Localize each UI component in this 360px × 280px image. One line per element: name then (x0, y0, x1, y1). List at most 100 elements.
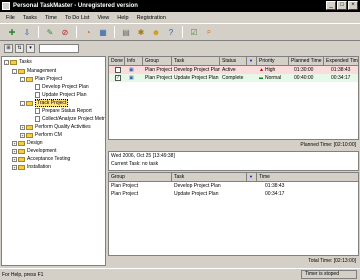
tree-item[interactable]: + Perform Quality Activities (20, 123, 91, 131)
tree-item-label: Prepare Status Report (42, 108, 92, 114)
expand-icon[interactable]: + (12, 140, 17, 146)
delete-icon[interactable]: ⊘ (59, 26, 71, 38)
status-help-text: For Help, press F1 (2, 271, 44, 278)
maximize-button[interactable]: □ (337, 1, 347, 10)
tree-item[interactable]: - Plan Project (20, 75, 62, 83)
col-group[interactable]: Group (143, 57, 172, 66)
done-checkbox[interactable]: ✓ (115, 75, 121, 81)
tree-item[interactable]: + Development (12, 147, 56, 155)
task-icon (35, 116, 40, 122)
table-row[interactable]: ▣ Plan Project Develop Project Plan Acti… (109, 66, 358, 74)
main-toolbar: ✚ ⇩ ✎ ⊘ ◔ ▦ ▤ ✱ ☻ ? ☑ ⌕ (0, 23, 360, 41)
app-window: Personal TaskMaster - Unregistered versi… (0, 0, 360, 280)
folder-icon (18, 164, 25, 170)
favorites-icon[interactable]: ☻ (150, 26, 162, 38)
task-tree[interactable]: - Tasks - Management - Plan Project Develop … (1, 56, 106, 266)
done-checkbox[interactable] (115, 67, 121, 73)
menu-help[interactable]: Help (117, 15, 128, 21)
title-bar[interactable]: Personal TaskMaster - Unregistered versi… (0, 0, 360, 12)
tree-filter-input[interactable] (39, 43, 79, 53)
tasks-table[interactable]: Done Info Group Task Status ▼ Priority P… (108, 56, 359, 140)
tree-item[interactable]: + Acceptance Testing (12, 155, 70, 163)
expand-icon[interactable]: + (20, 132, 25, 138)
tree-item[interactable]: + Installation (12, 163, 51, 171)
tree-root[interactable]: - Tasks (4, 58, 32, 66)
settings-icon[interactable]: ✱ (135, 26, 147, 38)
tree-item[interactable]: Prepare Status Report (28, 107, 92, 115)
menu-bar: File Tasks Time To Do List View Help Reg… (0, 12, 360, 23)
col-group[interactable]: Group (109, 173, 172, 182)
menu-time[interactable]: Time (45, 15, 57, 21)
collapse-icon[interactable]: - (20, 76, 25, 82)
total-time: Total Time: [02:13:00] (308, 258, 356, 264)
folder-icon (26, 76, 33, 82)
search-icon[interactable]: ⌕ (203, 26, 215, 38)
folder-icon (18, 68, 25, 74)
tree-filter-icon[interactable]: ▾ (26, 43, 35, 53)
col-status[interactable]: Status (220, 57, 247, 66)
edit-icon[interactable]: ✎ (44, 26, 56, 38)
collapse-icon[interactable]: - (12, 68, 17, 74)
menu-todo-list[interactable]: To Do List (65, 15, 89, 21)
folder-icon (18, 148, 25, 154)
detail-header: Wed 2006, Oct 25 [13:49:38] Current Task… (108, 151, 359, 171)
expand-icon[interactable]: + (12, 156, 17, 162)
col-info[interactable]: Info (125, 57, 143, 66)
col-time[interactable]: Time (257, 173, 358, 182)
help-icon[interactable]: ? (165, 26, 177, 38)
info-icon: ▣ (129, 67, 134, 73)
minimize-button[interactable]: _ (326, 1, 336, 10)
tree-sort-icon[interactable]: ⇅ (15, 43, 24, 53)
tree-item-label: Collect/Analyze Project Metrics (42, 116, 106, 122)
close-button[interactable]: × (348, 1, 358, 10)
current-task: Current Task: no task (111, 161, 159, 167)
tree-item[interactable]: + Perform CM (20, 131, 62, 139)
menu-view[interactable]: View (97, 15, 109, 21)
time-table[interactable]: Group Task ▼ Time Plan Project Develop P… (108, 172, 359, 256)
col-expended[interactable]: Expended Time (324, 57, 358, 66)
menu-file[interactable]: File (6, 15, 15, 21)
tree-item[interactable]: Collect/Analyze Project Metrics (28, 115, 106, 123)
collapse-icon[interactable]: - (20, 100, 25, 106)
col-done[interactable]: Done (109, 57, 125, 66)
col-task[interactable]: Task (172, 173, 247, 182)
tree-item[interactable]: + Design (12, 139, 43, 147)
task-icon (35, 92, 40, 98)
expand-icon[interactable]: + (20, 124, 25, 130)
folder-icon (26, 100, 33, 106)
tree-item[interactable]: Develop Project Plan (28, 83, 89, 91)
timer-icon[interactable]: ◔ (82, 26, 94, 38)
col-planned[interactable]: Planned Time (289, 57, 324, 66)
sort-down-icon: ▼ (249, 58, 253, 63)
add-subtask-icon[interactable]: ⇩ (21, 26, 33, 38)
tree-item-label: Track Project (35, 99, 69, 107)
task-icon (35, 108, 40, 114)
tree-item-label: Perform Quality Activities (35, 124, 91, 130)
new-task-icon[interactable]: ✚ (6, 26, 18, 38)
report-icon[interactable]: ▤ (120, 26, 132, 38)
collapse-icon[interactable]: - (4, 59, 9, 65)
col-task[interactable]: Task (172, 57, 220, 66)
folder-icon (26, 124, 33, 130)
calendar-icon[interactable]: ▦ (97, 26, 109, 38)
planned-time-total: Planned Time: [02:10:00] (300, 142, 356, 148)
table-row[interactable]: ✓ ▣ Plan Project Update Project Plan Com… (109, 74, 358, 82)
tree-expand-icon[interactable]: ⊞ (4, 43, 13, 53)
tree-item[interactable]: - Track Project (20, 99, 69, 107)
tree-item[interactable]: - Management (12, 67, 56, 75)
sort-indicator[interactable]: ▼ (247, 57, 257, 66)
folder-icon (18, 156, 25, 162)
tree-item-label: Design (27, 140, 43, 146)
menu-registration[interactable]: Registration (137, 15, 166, 21)
table-row[interactable]: Plan Project Update Project Plan 00:34:1… (109, 190, 358, 198)
sort-indicator[interactable]: ▼ (247, 173, 257, 182)
todo-icon[interactable]: ☑ (188, 26, 200, 38)
menu-tasks[interactable]: Tasks (23, 15, 37, 21)
col-priority[interactable]: Priority (257, 57, 289, 66)
info-icon: ▣ (129, 75, 134, 81)
table-row[interactable]: Plan Project Develop Project Plan 01:38:… (109, 182, 358, 190)
expand-icon[interactable]: + (12, 164, 17, 170)
tree-item[interactable]: Update Project Plan (28, 91, 86, 99)
expand-icon[interactable]: + (12, 148, 17, 154)
tree-item-label: Perform CM (35, 132, 62, 138)
